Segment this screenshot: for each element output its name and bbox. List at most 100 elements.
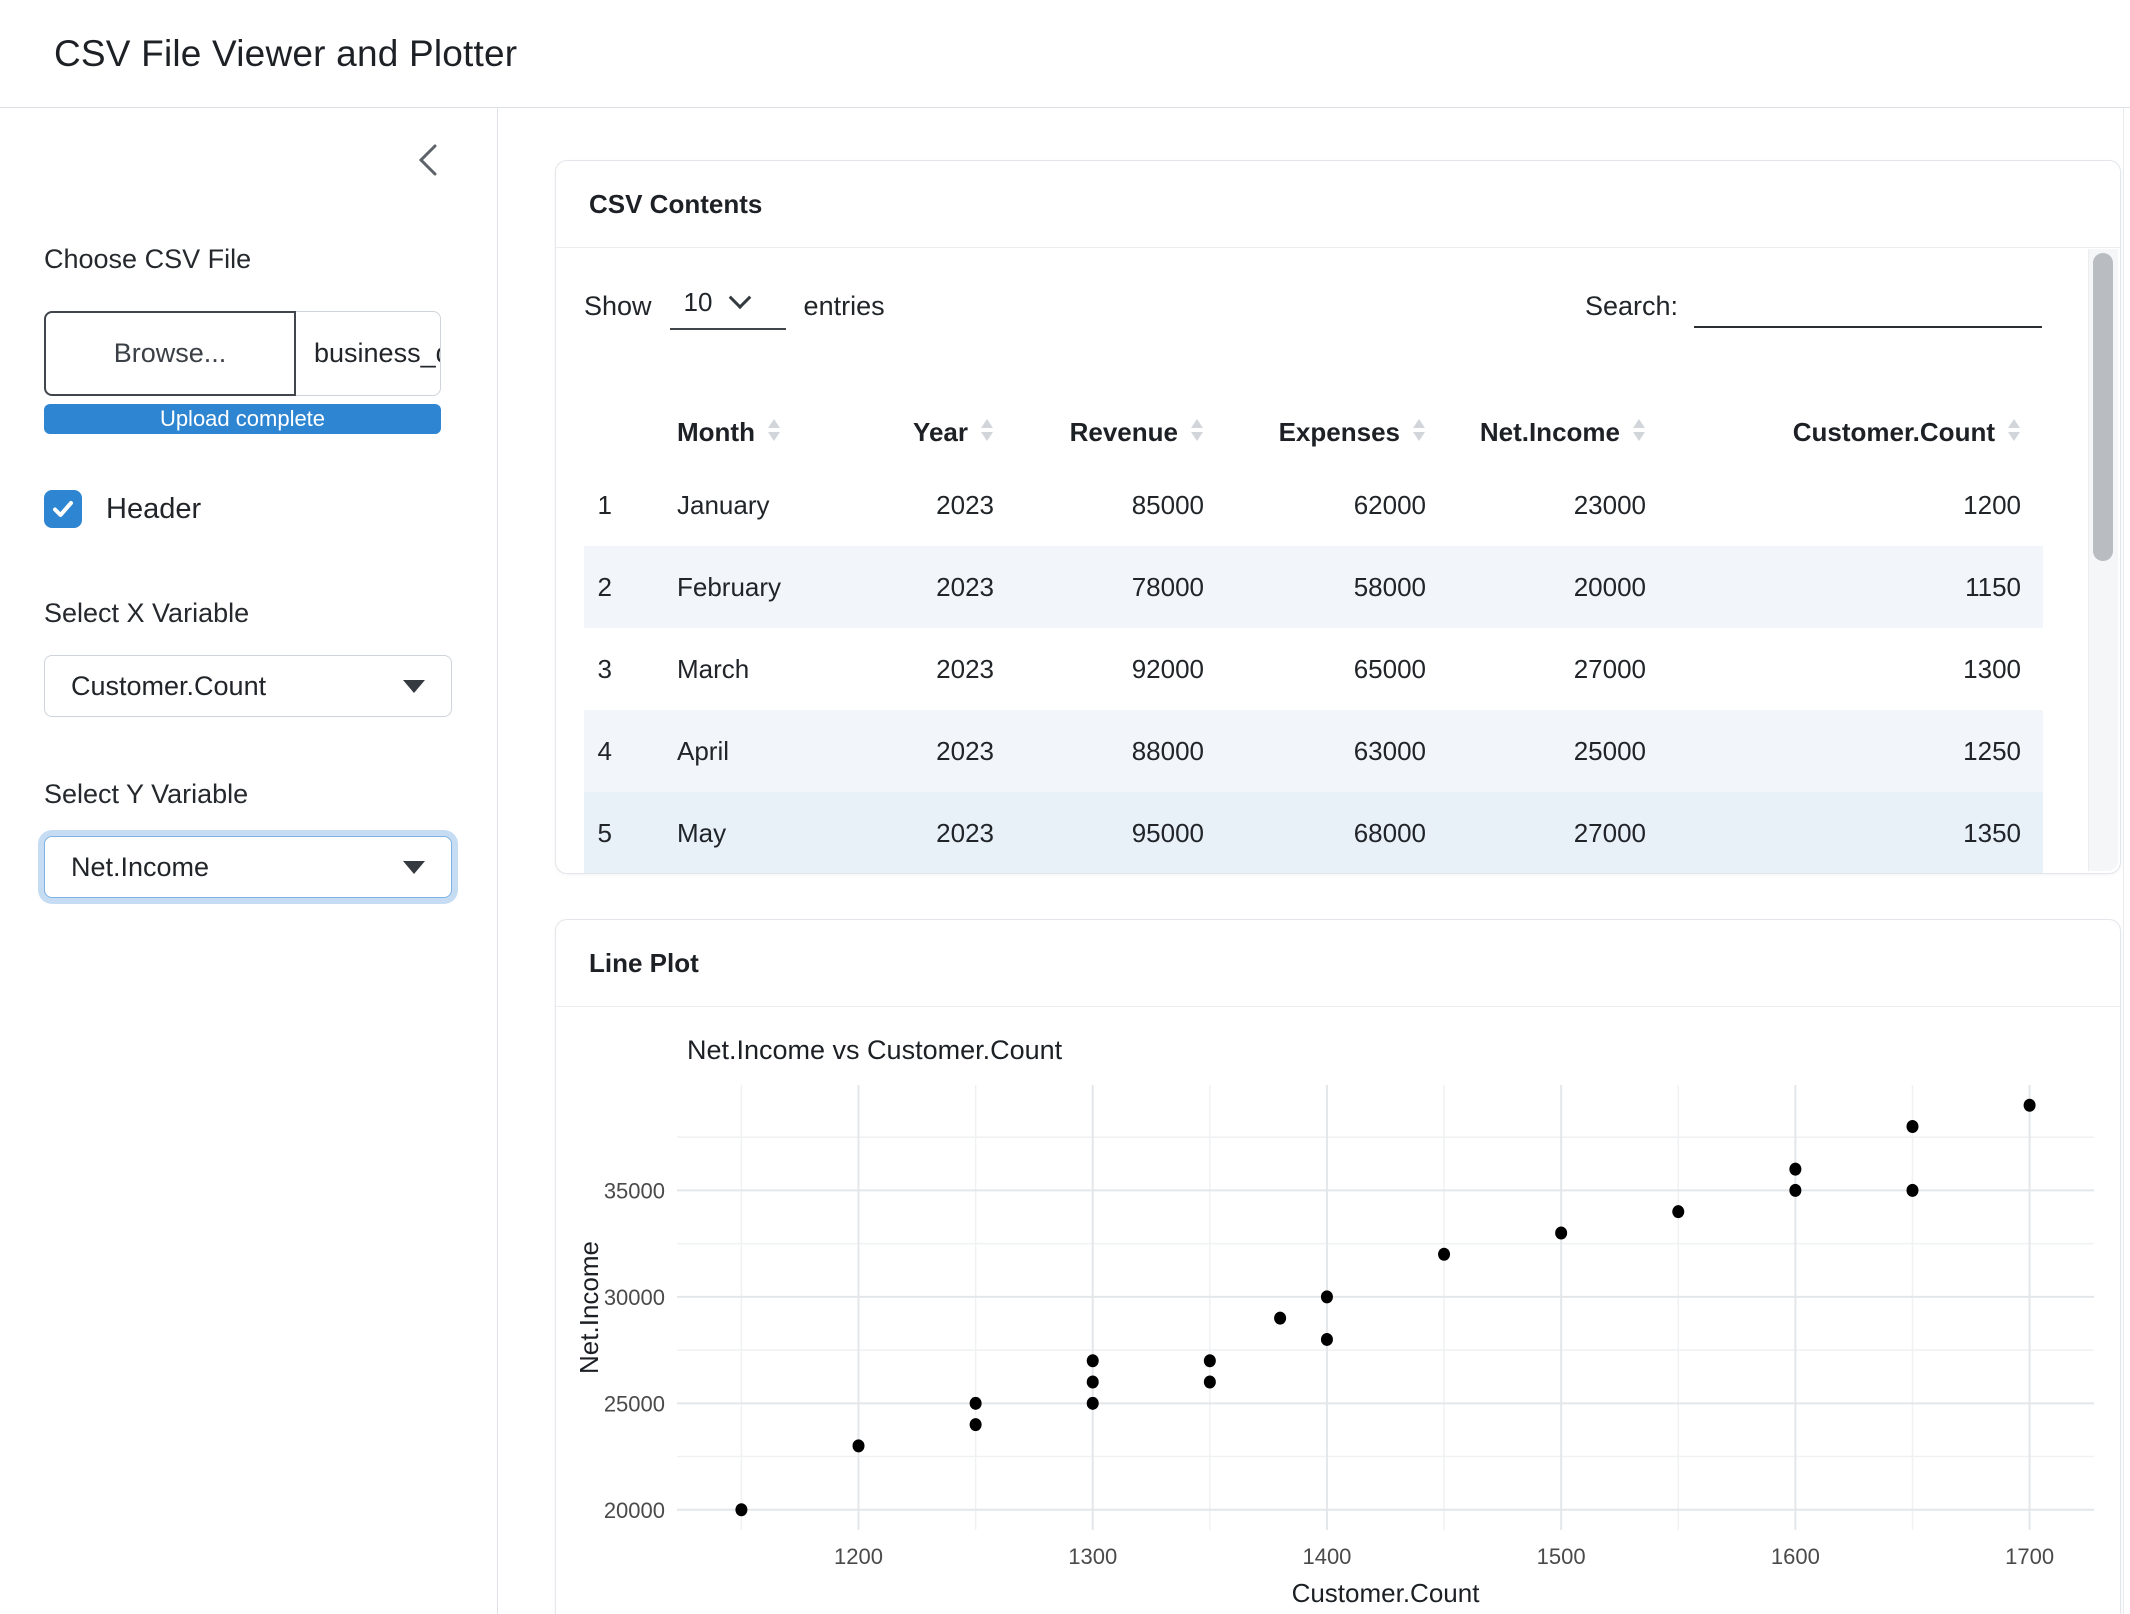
x-tick-label: 1500 <box>1537 1544 1586 1569</box>
table-row[interactable]: 5May20239500068000270001350 <box>584 792 2043 874</box>
checkbox-checked-icon[interactable] <box>44 490 82 528</box>
csv-contents-card: CSV Contents Show 10 entries Search: <box>555 160 2121 874</box>
file-input: Browse... business_data.csv <box>44 311 441 396</box>
page-size-select[interactable]: 10 <box>670 283 786 330</box>
x-axis-title: Customer.Count <box>1292 1578 1481 1608</box>
y-variable-value: Net.Income <box>71 852 403 883</box>
chevron-down-icon <box>729 286 752 309</box>
x-tick-label: 1600 <box>1771 1544 1820 1569</box>
cell-revenue: 95000 <box>1016 792 1226 874</box>
row-index: 1 <box>584 464 628 546</box>
show-label: Show <box>584 291 652 322</box>
x-variable-select[interactable]: Customer.Count <box>44 655 452 717</box>
table-scrollbar-thumb[interactable] <box>2093 253 2113 561</box>
cell-net-income: 27000 <box>1448 628 1668 710</box>
x-variable-label: Select X Variable <box>44 598 453 629</box>
x-variable-value: Customer.Count <box>71 671 403 702</box>
x-tick-label: 1300 <box>1068 1544 1117 1569</box>
table-scrollbar[interactable] <box>2088 249 2118 871</box>
cell-month: April <box>628 710 858 792</box>
column-header-expenses[interactable]: Expenses <box>1226 400 1448 464</box>
cell-net-income: 27000 <box>1448 792 1668 874</box>
data-point <box>1906 1120 1918 1133</box>
cell-expenses: 63000 <box>1226 710 1448 792</box>
chevron-down-icon <box>403 861 425 874</box>
sort-icon <box>1412 417 1426 448</box>
column-label: Month <box>677 417 755 448</box>
data-point <box>1321 1290 1333 1303</box>
column-label: Net.Income <box>1480 417 1620 448</box>
data-point <box>853 1439 865 1452</box>
sort-icon <box>980 417 994 448</box>
cell-expenses: 62000 <box>1226 464 1448 546</box>
x-tick-label: 1700 <box>2005 1544 2054 1569</box>
page-title: CSV File Viewer and Plotter <box>54 33 517 75</box>
row-index: 4 <box>584 710 628 792</box>
y-tick-label: 20000 <box>604 1498 665 1523</box>
column-label: Expenses <box>1279 417 1400 448</box>
main-content: CSV Contents Show 10 entries Search: <box>498 108 2130 1614</box>
sort-icon <box>1632 417 1646 448</box>
search-label: Search: <box>1585 291 1678 328</box>
browse-button[interactable]: Browse... <box>44 311 296 396</box>
app-header: CSV File Viewer and Plotter <box>0 0 2130 108</box>
upload-progress-text: Upload complete <box>160 406 325 432</box>
cell-revenue: 85000 <box>1016 464 1226 546</box>
y-variable-select[interactable]: Net.Income <box>44 836 452 898</box>
column-header-month[interactable]: Month <box>628 400 858 464</box>
search-input[interactable] <box>1694 284 2042 328</box>
cell-month: March <box>628 628 858 710</box>
chevron-down-icon <box>403 680 425 693</box>
sort-icon <box>1190 417 1204 448</box>
column-header-customer-count[interactable]: Customer.Count <box>1668 400 2043 464</box>
column-header-net-income[interactable]: Net.Income <box>1448 400 1668 464</box>
table-row[interactable]: 3March20239200065000270001300 <box>584 628 2043 710</box>
data-point <box>970 1397 982 1410</box>
cell-expenses: 68000 <box>1226 792 1448 874</box>
page-size-value: 10 <box>684 287 713 318</box>
cell-revenue: 78000 <box>1016 546 1226 628</box>
scatter-plot: 2000025000300003500012001300140015001600… <box>556 1007 2120 1614</box>
y-variable-label: Select Y Variable <box>44 779 453 810</box>
column-header-index <box>584 400 628 464</box>
sort-icon <box>2007 417 2021 448</box>
sidebar-collapse-button[interactable] <box>411 140 445 180</box>
csv-table: Month Year Revenue Expenses Net.Income Custom… <box>584 400 2043 874</box>
data-point <box>970 1418 982 1431</box>
line-plot-card: Line Plot 200002500030000350001200130014… <box>555 919 2121 1614</box>
sidebar: Choose CSV File Browse... business_data.… <box>0 108 498 1614</box>
column-header-revenue[interactable]: Revenue <box>1016 400 1226 464</box>
cell-customer-count: 1350 <box>1668 792 2043 874</box>
cell-customer-count: 1250 <box>1668 710 2043 792</box>
data-point <box>1438 1248 1450 1261</box>
cell-customer-count: 1300 <box>1668 628 2043 710</box>
cell-net-income: 25000 <box>1448 710 1668 792</box>
cell-year: 2023 <box>858 546 1016 628</box>
cell-month: May <box>628 792 858 874</box>
sort-icon <box>767 417 781 448</box>
chevron-left-icon <box>411 168 445 183</box>
column-label: Year <box>913 417 968 448</box>
cell-customer-count: 1200 <box>1668 464 2043 546</box>
cell-net-income: 23000 <box>1448 464 1668 546</box>
data-point <box>1555 1226 1567 1239</box>
cell-customer-count: 1150 <box>1668 546 2043 628</box>
y-tick-label: 35000 <box>604 1178 665 1203</box>
table-row[interactable]: 4April20238800063000250001250 <box>584 710 2043 792</box>
data-point <box>735 1503 747 1516</box>
y-tick-label: 30000 <box>604 1285 665 1310</box>
data-point <box>1789 1163 1801 1176</box>
table-row[interactable]: 1January20238500062000230001200 <box>584 464 2043 546</box>
table-row[interactable]: 2February20237800058000200001150 <box>584 546 2043 628</box>
column-label: Revenue <box>1070 417 1178 448</box>
data-point <box>1274 1312 1286 1325</box>
x-tick-label: 1400 <box>1302 1544 1351 1569</box>
cell-expenses: 58000 <box>1226 546 1448 628</box>
file-name-field[interactable]: business_data.csv <box>296 311 441 396</box>
row-index: 2 <box>584 546 628 628</box>
cell-year: 2023 <box>858 628 1016 710</box>
header-checkbox-row[interactable]: Header <box>44 490 453 528</box>
column-header-year[interactable]: Year <box>858 400 1016 464</box>
cell-expenses: 65000 <box>1226 628 1448 710</box>
y-axis-title: Net.Income <box>574 1241 604 1374</box>
